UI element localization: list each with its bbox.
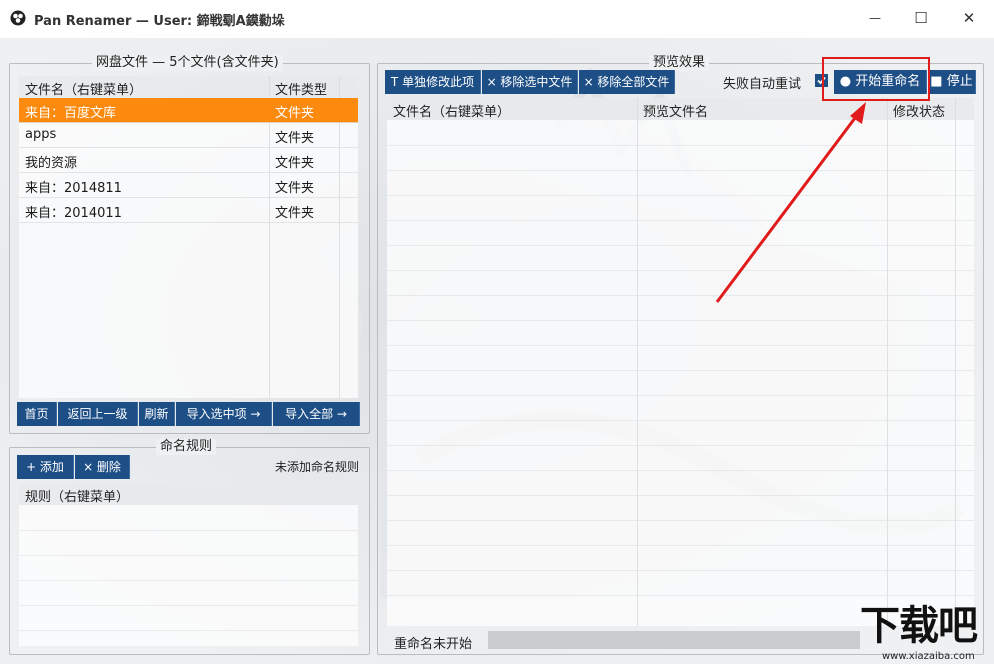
stop-button[interactable]: ■ 停止 xyxy=(928,70,976,94)
watermark-url: www.xiazaiba.com xyxy=(882,651,975,662)
file-type: 文件夹 xyxy=(275,181,315,196)
column-header-preview-name[interactable]: 预览文件名 xyxy=(643,101,708,120)
file-type: 文件夹 xyxy=(275,131,315,146)
home-button[interactable]: 首页 xyxy=(17,402,57,426)
app-logo-icon xyxy=(10,10,26,26)
column-header-status[interactable]: 修改状态 xyxy=(893,101,945,120)
file-name: 来自：2014811 xyxy=(25,181,122,196)
table-row[interactable]: 来自：百度文库 文件夹 xyxy=(19,98,358,123)
annotation-highlight-box xyxy=(822,57,930,101)
rename-progress-bar xyxy=(488,631,860,649)
preview-table[interactable]: 文件名（右键菜单） 预览文件名 修改状态 xyxy=(387,98,974,626)
table-row[interactable]: 来自：2014011 文件夹 xyxy=(19,198,358,223)
rename-status: 重命名未开始 xyxy=(394,637,473,652)
column-header-filename[interactable]: 文件名（右键菜单） xyxy=(393,101,510,120)
rules-group-title: 命名规则 xyxy=(156,439,217,455)
window-title: Pan Renamer — User: 鍗戦劅A鏌勬垛 xyxy=(34,14,285,29)
file-name: 我的资源 xyxy=(25,156,78,171)
main-area: 网盘文件 — 5个文件(含文件夹) 文件名（右键菜单） 文件类型 来自：百度文库… xyxy=(0,38,994,664)
preview-group-title: 预览效果 xyxy=(649,55,710,71)
auto-retry-label: 失败自动重试 xyxy=(723,77,802,92)
maximize-button[interactable]: ☐ xyxy=(898,0,944,36)
add-rule-button[interactable]: + 添加 xyxy=(17,455,74,479)
file-type: 文件夹 xyxy=(275,206,315,221)
rules-status: 未添加命名规则 xyxy=(275,460,360,474)
table-row[interactable]: 我的资源 文件夹 xyxy=(19,148,358,173)
annotation-arrow-icon xyxy=(715,102,866,303)
minimize-button[interactable]: — xyxy=(852,0,898,36)
site-watermark: 下载吧 www.xiazaiba.com xyxy=(858,603,994,664)
table-row[interactable]: 来自：2014811 文件夹 xyxy=(19,173,358,198)
file-name: 来自：百度文库 xyxy=(25,106,117,121)
file-type: 文件夹 xyxy=(275,106,315,121)
remove-all-button[interactable]: × 移除全部文件 xyxy=(579,70,675,94)
close-icon: ✕ xyxy=(962,9,976,27)
go-up-button[interactable]: 返回上一级 xyxy=(58,402,138,426)
maximize-icon: ☐ xyxy=(914,9,928,27)
rules-table-header: 规则（右键菜单） xyxy=(19,483,358,505)
watermark-logo: 下载吧 xyxy=(860,603,978,649)
title-bar: Pan Renamer — User: 鍗戦劅A鏌勬垛 — ☐ ✕ xyxy=(0,0,994,38)
delete-rule-button[interactable]: × 删除 xyxy=(75,455,130,479)
column-header-filetype[interactable]: 文件类型 xyxy=(275,79,327,98)
import-all-button[interactable]: 导入全部 → xyxy=(273,402,360,426)
refresh-button[interactable]: 刷新 xyxy=(139,402,175,426)
files-table[interactable]: 文件名（右键菜单） 文件类型 来自：百度文库 文件夹 apps 文件夹 我的资源… xyxy=(19,76,358,398)
remove-selected-button[interactable]: × 移除选中文件 xyxy=(482,70,578,94)
file-name: apps xyxy=(25,127,57,142)
rules-table[interactable]: 规则（右键菜单） xyxy=(19,483,358,646)
table-row[interactable]: apps 文件夹 xyxy=(19,123,358,148)
file-type: 文件夹 xyxy=(275,156,315,171)
column-header-filename[interactable]: 文件名（右键菜单） xyxy=(25,79,142,98)
close-button[interactable]: ✕ xyxy=(946,0,992,36)
files-table-header: 文件名（右键菜单） 文件类型 xyxy=(19,76,358,98)
file-name: 来自：2014011 xyxy=(25,206,122,221)
import-selected-button[interactable]: 导入选中项 → xyxy=(176,402,272,426)
preview-table-header: 文件名（右键菜单） 预览文件名 修改状态 xyxy=(387,98,974,120)
edit-single-button[interactable]: T 单独修改此项 xyxy=(385,70,481,94)
column-header-rule[interactable]: 规则（右键菜单） xyxy=(25,486,129,505)
minimize-icon: — xyxy=(869,11,881,25)
files-group-title: 网盘文件 — 5个文件(含文件夹) xyxy=(92,55,283,71)
